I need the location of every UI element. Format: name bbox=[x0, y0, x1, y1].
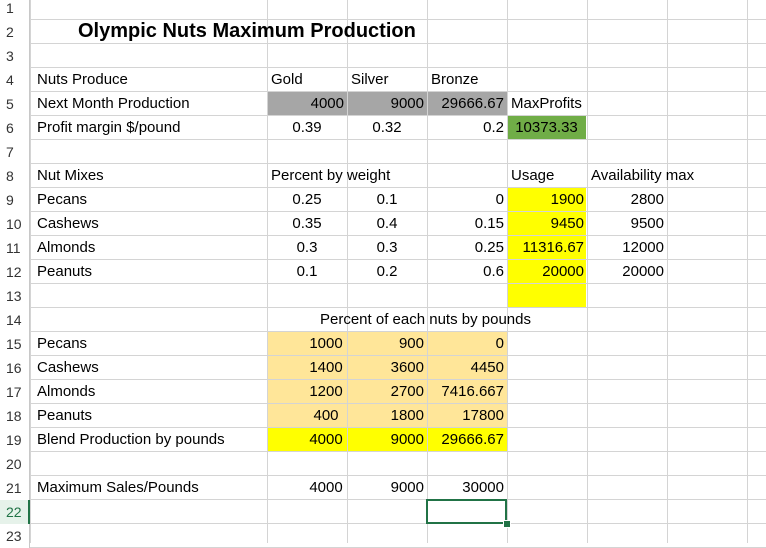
row-header[interactable]: 20 bbox=[0, 452, 30, 476]
row-header[interactable]: 12 bbox=[0, 260, 30, 284]
row-gridline bbox=[0, 43, 766, 44]
row-header[interactable]: 13 bbox=[0, 284, 30, 308]
maxprofits-value[interactable]: 10373.33 bbox=[507, 116, 586, 140]
max-sales-bronze[interactable]: 30000 bbox=[427, 476, 507, 500]
row-header[interactable]: 6 bbox=[0, 116, 30, 140]
row-header[interactable]: 22 bbox=[0, 500, 30, 524]
mix-availability[interactable]: 12000 bbox=[587, 236, 667, 260]
row-gridline bbox=[0, 523, 766, 524]
active-cell-selection[interactable] bbox=[426, 499, 507, 524]
percent-each-label: Percent of each nuts by pounds bbox=[320, 311, 531, 328]
blend-label: Blend Production by pounds bbox=[37, 431, 225, 448]
pound-row-label: Almonds bbox=[37, 383, 96, 400]
profit-margin-label: Profit margin $/pound bbox=[37, 119, 181, 136]
production-silver[interactable]: 9000 bbox=[347, 92, 427, 116]
pounds-bronze[interactable]: 7416.667 bbox=[427, 380, 507, 404]
mix-row-label: Almonds bbox=[37, 239, 96, 256]
mix-row-label: Peanuts bbox=[37, 263, 93, 280]
next-month-label: Next Month Production bbox=[37, 95, 190, 112]
pound-row-label: Pecans bbox=[37, 335, 88, 352]
row-header[interactable]: 9 bbox=[0, 188, 30, 212]
row-header[interactable]: 23 bbox=[0, 524, 30, 548]
pounds-silver[interactable]: 3600 bbox=[347, 356, 427, 380]
mix-pct-silver[interactable]: 0.3 bbox=[347, 236, 427, 260]
mix-pct-bronze[interactable]: 0.25 bbox=[427, 236, 507, 260]
pound-row-label: Peanuts bbox=[37, 407, 93, 424]
row-header[interactable]: 1 bbox=[0, 0, 30, 20]
silver-header: Silver bbox=[351, 71, 389, 88]
mix-pct-silver[interactable]: 0.2 bbox=[347, 260, 427, 284]
row-header[interactable]: 16 bbox=[0, 356, 30, 380]
row-header[interactable]: 2 bbox=[0, 20, 30, 44]
pounds-bronze[interactable]: 17800 bbox=[427, 404, 507, 428]
row-header[interactable]: 14 bbox=[0, 308, 30, 332]
row-header[interactable]: 15 bbox=[0, 332, 30, 356]
max-sales-label: Maximum Sales/Pounds bbox=[37, 479, 199, 496]
row-header[interactable]: 7 bbox=[0, 140, 30, 164]
pounds-bronze[interactable]: 0 bbox=[427, 332, 507, 356]
pounds-silver[interactable]: 1800 bbox=[347, 404, 427, 428]
row-header[interactable]: 4 bbox=[0, 68, 30, 92]
mix-pct-gold[interactable]: 0.25 bbox=[267, 188, 347, 212]
mix-availability[interactable]: 2800 bbox=[587, 188, 667, 212]
gold-header: Gold bbox=[271, 71, 303, 88]
fill-handle[interactable] bbox=[503, 520, 511, 528]
mix-pct-silver[interactable]: 0.1 bbox=[347, 188, 427, 212]
row-header[interactable]: 18 bbox=[0, 404, 30, 428]
spreadsheet-grid[interactable]: 1 2 3 4 5 6 7 8 9 10 11 12 13 14 15 16 17 18 19 20 21 22 23 Ol… bbox=[0, 0, 766, 548]
availability-header: Availability max bbox=[591, 167, 695, 184]
row-header[interactable]: 19 bbox=[0, 428, 30, 452]
pounds-silver[interactable]: 2700 bbox=[347, 380, 427, 404]
row-header[interactable]: 10 bbox=[0, 212, 30, 236]
production-bronze[interactable]: 29666.67 bbox=[427, 92, 507, 116]
mix-usage[interactable]: 9450 bbox=[507, 212, 587, 236]
mix-row-label: Cashews bbox=[37, 215, 99, 232]
pounds-bronze[interactable]: 4450 bbox=[427, 356, 507, 380]
pounds-silver[interactable]: 900 bbox=[347, 332, 427, 356]
mix-row-label: Pecans bbox=[37, 191, 88, 208]
row-header[interactable]: 5 bbox=[0, 92, 30, 116]
percent-by-weight-label: Percent by weight bbox=[271, 167, 391, 184]
row-header[interactable]: 8 bbox=[0, 164, 30, 188]
row-header[interactable]: 21 bbox=[0, 476, 30, 500]
mix-pct-bronze[interactable]: 0.6 bbox=[427, 260, 507, 284]
mix-pct-gold[interactable]: 0.1 bbox=[267, 260, 347, 284]
maxprofits-label: MaxProfits bbox=[511, 95, 582, 112]
mix-usage[interactable]: 11316.67 bbox=[507, 236, 587, 260]
mix-availability[interactable]: 9500 bbox=[587, 212, 667, 236]
row-header[interactable]: 11 bbox=[0, 236, 30, 260]
row-header[interactable]: 17 bbox=[0, 380, 30, 404]
mix-pct-gold[interactable]: 0.35 bbox=[267, 212, 347, 236]
blend-bronze[interactable]: 29666.67 bbox=[427, 428, 507, 452]
production-gold[interactable]: 4000 bbox=[267, 92, 347, 116]
margin-gold[interactable]: 0.39 bbox=[267, 116, 347, 140]
mix-pct-bronze[interactable]: 0 bbox=[427, 188, 507, 212]
nuts-produce-label: Nuts Produce bbox=[37, 71, 128, 88]
row-header[interactable]: 3 bbox=[0, 44, 30, 68]
blend-silver[interactable]: 9000 bbox=[347, 428, 427, 452]
mix-pct-gold[interactable]: 0.3 bbox=[267, 236, 347, 260]
mix-pct-bronze[interactable]: 0.15 bbox=[427, 212, 507, 236]
usage-header: Usage bbox=[511, 167, 555, 184]
max-sales-silver[interactable]: 9000 bbox=[347, 476, 427, 500]
mix-usage[interactable]: 1900 bbox=[507, 188, 587, 212]
nut-mixes-label: Nut Mixes bbox=[37, 167, 104, 184]
page-title: Olympic Nuts Maximum Production bbox=[78, 20, 416, 42]
bronze-header: Bronze bbox=[431, 71, 479, 88]
mix-availability[interactable]: 20000 bbox=[587, 260, 667, 284]
margin-silver[interactable]: 0.32 bbox=[347, 116, 427, 140]
mix-pct-silver[interactable]: 0.4 bbox=[347, 212, 427, 236]
mix-usage[interactable]: 20000 bbox=[507, 260, 587, 284]
margin-bronze[interactable]: 0.2 bbox=[427, 116, 507, 140]
pound-row-label: Cashews bbox=[37, 359, 99, 376]
